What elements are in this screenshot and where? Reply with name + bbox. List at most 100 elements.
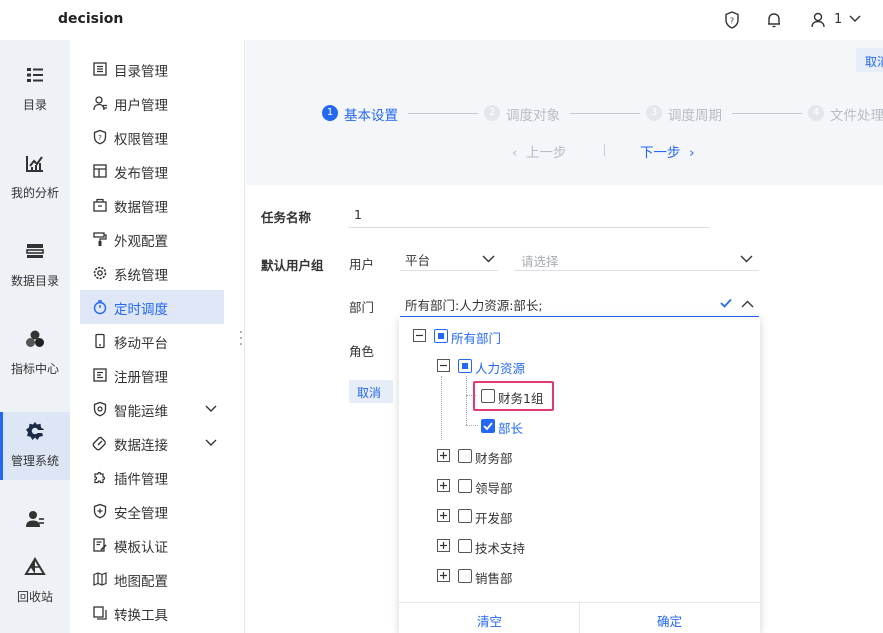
rail-item-label: 目录	[22, 98, 47, 112]
chevron-down-icon[interactable]	[849, 14, 861, 24]
rail-item-catalog[interactable]: 目录	[0, 56, 70, 124]
copy-convert-icon	[93, 606, 107, 620]
rail-item-indicator-center[interactable]: 指标中心	[0, 320, 70, 388]
tree-checkbox[interactable]	[458, 539, 472, 553]
tree-connector	[466, 425, 478, 426]
rail-item-data-catalog[interactable]: 数据目录	[0, 232, 70, 300]
rail-item-management-system[interactable]: 管理系统	[0, 412, 70, 480]
dept-tree-dropdown	[399, 317, 760, 633]
rail-item-label: 我的分析	[10, 186, 59, 200]
step-connector	[408, 113, 478, 114]
sidebar-item-appearance-config[interactable]: 外观配置	[80, 222, 224, 256]
sidebar-item-user-management[interactable]: 用户管理	[80, 86, 224, 120]
sidebar-item-catalog-management[interactable]: 目录管理	[80, 52, 224, 86]
platform-value: 平台	[405, 253, 431, 268]
registration-icon	[93, 368, 107, 382]
prev-step-button[interactable]: ‹ 上一步	[512, 141, 566, 161]
user-select[interactable]: 请选择	[514, 244, 759, 271]
ops-shield-icon	[93, 401, 107, 417]
sidebar-item-publish-management[interactable]: 发布管理	[80, 154, 224, 188]
management-gear-icon	[26, 422, 44, 440]
publish-layout-icon	[93, 164, 107, 178]
tree-checkbox[interactable]	[458, 569, 472, 583]
sidebar-item-system-management[interactable]: 系统管理	[80, 256, 224, 290]
puzzle-icon	[94, 471, 106, 484]
sidebar-menu: 目录管理 用户管理 ? 权限管理 发布管理 数据管理 外观配置 系统管理 定时调…	[70, 40, 245, 633]
default-user-group-label: 默认用户组	[261, 258, 324, 273]
recycle-drive-icon	[24, 557, 46, 575]
step-label: 基本设置	[344, 108, 398, 124]
sidebar-item-label: 数据连接	[114, 438, 168, 454]
user-avatar-icon[interactable]	[810, 11, 826, 29]
expand-icon[interactable]	[437, 479, 450, 492]
collapse-icon[interactable]	[437, 359, 450, 372]
shield-icon: ?	[93, 129, 107, 145]
rail-item-my-analysis[interactable]: 我的分析	[0, 144, 70, 212]
resize-handle-icon[interactable]	[239, 330, 243, 346]
tree-node-label: 领导部	[475, 481, 513, 496]
form-cancel-button[interactable]: 取消	[349, 380, 393, 403]
check-icon	[720, 298, 732, 308]
sidebar-item-mobile-platform[interactable]: 移动平台	[80, 324, 224, 358]
sidebar-item-conversion-tool[interactable]: 转换工具	[80, 596, 224, 630]
platform-select[interactable]: 平台	[400, 244, 498, 271]
rail-item-recycle-bin[interactable]: 回收站	[0, 548, 70, 616]
tree-node-label: 部长	[498, 421, 524, 436]
wizard-cancel-button[interactable]: 取消	[856, 48, 883, 72]
clear-button[interactable]: 清空	[477, 611, 502, 630]
rail-item-label: 指标中心	[10, 362, 59, 376]
collapse-icon[interactable]	[413, 329, 426, 342]
tree-checkbox[interactable]	[434, 329, 448, 343]
confirm-button[interactable]: 确定	[657, 611, 682, 630]
sidebar-item-data-connection[interactable]: 数据连接	[80, 426, 224, 460]
sidebar-item-smart-ops[interactable]: 智能运维	[80, 392, 224, 426]
user-name[interactable]: 1	[834, 12, 842, 27]
tree-checkbox[interactable]	[458, 449, 472, 463]
help-shield-icon[interactable]: ?	[724, 11, 740, 29]
tree-connector	[466, 376, 467, 425]
step-number: 3	[646, 105, 662, 121]
sidebar-item-template-certification[interactable]: 模板认证	[80, 528, 224, 562]
expand-icon[interactable]	[437, 449, 450, 462]
tree-node-label: 开发部	[475, 511, 513, 526]
rail-item-label: 管理系统	[10, 454, 59, 468]
user-label: 用户	[349, 257, 375, 272]
paint-roller-icon	[93, 232, 107, 246]
sidebar-item-label: 智能运维	[114, 404, 168, 420]
tree-checkbox[interactable]	[458, 509, 472, 523]
sidebar-item-label: 注册管理	[114, 370, 168, 386]
sidebar-item-scheduled-tasks[interactable]: 定时调度	[80, 290, 224, 324]
user-group-icon	[26, 511, 44, 527]
expand-icon[interactable]	[437, 569, 450, 582]
next-step-label: 下一步	[640, 145, 681, 161]
tree-checkbox[interactable]	[458, 479, 472, 493]
certificate-edit-icon	[93, 538, 107, 552]
sidebar-item-permission-management[interactable]: ? 权限管理	[80, 120, 224, 154]
user-icon	[93, 96, 107, 111]
sidebar-item-data-management[interactable]: 数据管理	[80, 188, 224, 222]
tree-node-label: 销售部	[475, 571, 513, 586]
step-label: 文件处理	[830, 108, 883, 124]
expand-icon[interactable]	[437, 539, 450, 552]
data-box-icon	[93, 198, 107, 212]
next-step-button[interactable]: 下一步 ›	[640, 141, 694, 161]
task-name-input[interactable]: 1	[348, 200, 710, 228]
tree-node-label: 所有部门	[451, 331, 502, 346]
divider	[604, 144, 605, 156]
chevron-down-icon	[740, 255, 753, 263]
expand-icon[interactable]	[437, 509, 450, 522]
sidebar-item-map-config[interactable]: 地图配置	[80, 562, 224, 596]
tree-node-label: 人力资源	[475, 361, 526, 376]
link-icon	[92, 436, 106, 451]
tree-connector	[441, 376, 442, 440]
step-number: 2	[484, 105, 500, 121]
sidebar-item-label: 系统管理	[114, 268, 168, 284]
bell-icon[interactable]	[765, 11, 783, 29]
map-icon	[93, 572, 107, 586]
tree-checkbox[interactable]	[458, 359, 472, 373]
sidebar-item-plugin-management[interactable]: 插件管理	[80, 460, 224, 494]
sidebar-item-registration-management[interactable]: 注册管理	[80, 358, 224, 392]
tree-checkbox[interactable]	[481, 419, 495, 433]
sidebar-item-security-management[interactable]: 安全管理	[80, 494, 224, 528]
dept-select[interactable]: 所有部门:人力资源:部长;	[400, 290, 759, 317]
